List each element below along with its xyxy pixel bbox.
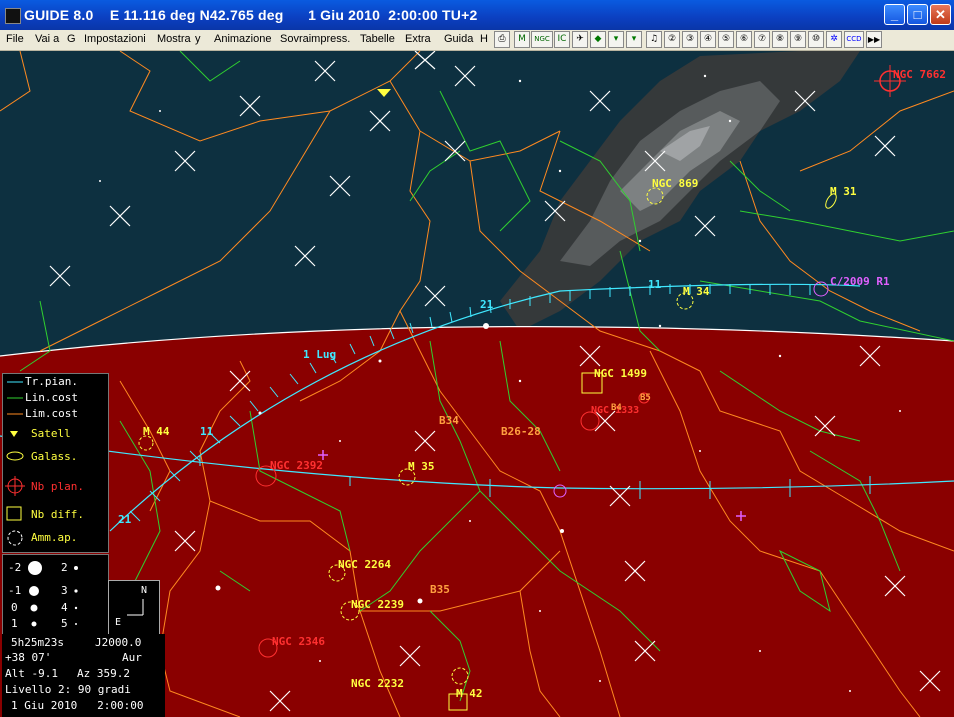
label-11-lower: 11 (200, 425, 214, 438)
compass-rose: N E (108, 580, 160, 636)
close-button[interactable]: ✕ (930, 4, 951, 25)
info-epoch: J2000.0 (95, 636, 142, 649)
menu-impostazioni[interactable]: Impostazioni (84, 33, 146, 45)
info-ra: 5h25m23s (11, 636, 64, 649)
legend-panel: Tr.pian. Lin.cost Lim.cost Satell Galass… (2, 373, 109, 553)
fast-forward-icon[interactable]: ▶▶ (866, 31, 882, 48)
menu-g[interactable]: G (67, 33, 76, 45)
label-m31: M 31 (830, 185, 857, 198)
level-10-button[interactable]: ⑩ (808, 31, 824, 48)
window-title: GUIDE 8.0 E 11.116 deg N42.765 deg 1 Giu… (24, 7, 478, 23)
legend-lin-cost: Lin.cost (25, 391, 78, 404)
level-7-button[interactable]: ⑦ (754, 31, 770, 48)
label-m34: M 34 (683, 285, 710, 298)
print-icon[interactable]: ⎙ (494, 31, 510, 48)
level-4-button[interactable]: ④ (700, 31, 716, 48)
compass-arrows (127, 599, 144, 616)
asteroid-icon[interactable]: ◆ (590, 31, 606, 48)
label-c2009r1: C/2009 R1 (830, 275, 890, 288)
star-icon[interactable]: ✲ (826, 31, 842, 48)
info-constellation: Aur (122, 651, 142, 664)
minimize-button[interactable]: _ (884, 4, 905, 25)
ic-button[interactable]: IC (554, 31, 570, 48)
telescope-icon[interactable]: ✈ (572, 31, 588, 48)
menu-extra[interactable]: Extra (405, 33, 431, 45)
label-ngc7662: NGC 7662 (893, 68, 946, 81)
label-b34: B34 (439, 414, 459, 427)
info-dec: +38 07' (5, 651, 52, 664)
legend-satellite-icon (10, 431, 18, 437)
level-5-button[interactable]: ⑤ (718, 31, 734, 48)
label-1-lug: 1 Lug (303, 348, 337, 361)
info-level: Livello 2: 90 gradi (5, 683, 131, 696)
label-m44: M 44 (143, 425, 170, 438)
info-az: Az 359.2 (77, 667, 130, 680)
info-datetime: 1 Giu 2010 2:00:00 (11, 699, 144, 712)
legend-nb-plan: Nb plan. (31, 480, 84, 493)
legend-lim-cost: Lim.cost (25, 407, 78, 420)
label-b5: B5 (640, 393, 651, 403)
magnitude-dots (28, 561, 78, 627)
legend-amm-ap: Amm.ap. (31, 531, 78, 544)
comet-icon[interactable]: ▾ (608, 31, 624, 48)
label-ngc2392: NGC 2392 (270, 459, 323, 472)
level-6-button[interactable]: ⑥ (736, 31, 752, 48)
label-ngc869: NGC 869 (652, 177, 699, 190)
legend-open-cluster-icon (7, 530, 23, 546)
legend-satell: Satell (31, 427, 71, 440)
comet-icon-2[interactable]: ▾ (626, 31, 642, 48)
label-m42: M 42 (456, 687, 483, 700)
label-m35: M 35 (408, 460, 435, 473)
ngc-button[interactable]: NGC (531, 31, 553, 48)
label-b26-28: B26-28 (501, 425, 541, 438)
ccd-button[interactable]: CCD (844, 31, 864, 48)
menu-file[interactable]: File (6, 33, 24, 45)
menu-vai-a[interactable]: Vai a (35, 33, 59, 45)
label-ngc2346: NGC 2346 (272, 635, 325, 648)
label-11-upper: 11 (648, 278, 662, 291)
legend-galaxy-icon (6, 451, 24, 461)
legend-tr-pian: Tr.pian. (25, 375, 78, 388)
level-9-button[interactable]: ⑨ (790, 31, 806, 48)
menu-mostra[interactable]: Mostra (157, 33, 191, 45)
menu-tabelle[interactable]: Tabelle (360, 33, 395, 45)
label-b4: B4 (611, 403, 622, 413)
menu-sovraimpress[interactable]: Sovraimpress. (280, 33, 350, 45)
label-ngc2239: NGC 2239 (351, 598, 404, 611)
legend-diffuse-nebula-icon (6, 506, 22, 521)
level-8-button[interactable]: ⑧ (772, 31, 788, 48)
maximize-button[interactable]: □ (907, 4, 928, 25)
menu-animazione[interactable]: Animazione (214, 33, 271, 45)
messier-button[interactable]: M (514, 31, 530, 48)
bell-icon[interactable]: ♫ (646, 31, 662, 48)
label-ngc1499: NGC 1499 (594, 367, 647, 380)
info-alt: Alt -9.1 (5, 667, 58, 680)
position-info-panel: 5h25m23s J2000.0 +38 07' Aur Alt -9.1 Az… (2, 634, 165, 717)
magnitude-legend: -2 -1 0 1 2 3 4 5 (2, 554, 109, 636)
label-ngc2264: NGC 2264 (338, 558, 391, 571)
label-21-lower: 21 (118, 513, 132, 526)
label-ngc2232: NGC 2232 (351, 677, 404, 690)
menu-y[interactable]: y (195, 33, 201, 45)
legend-galass: Galass. (31, 450, 78, 463)
menu-h[interactable]: H (480, 33, 488, 45)
menu-guida[interactable]: Guida (444, 33, 473, 45)
level-3-button[interactable]: ③ (682, 31, 698, 48)
label-21-upper: 21 (480, 298, 494, 311)
label-b35: B35 (430, 583, 450, 596)
title-bar: GUIDE 8.0 E 11.116 deg N42.765 deg 1 Giu… (0, 0, 954, 30)
app-icon[interactable] (5, 8, 21, 24)
legend-nb-diff: Nb diff. (31, 508, 84, 521)
level-2-button[interactable]: ② (664, 31, 680, 48)
